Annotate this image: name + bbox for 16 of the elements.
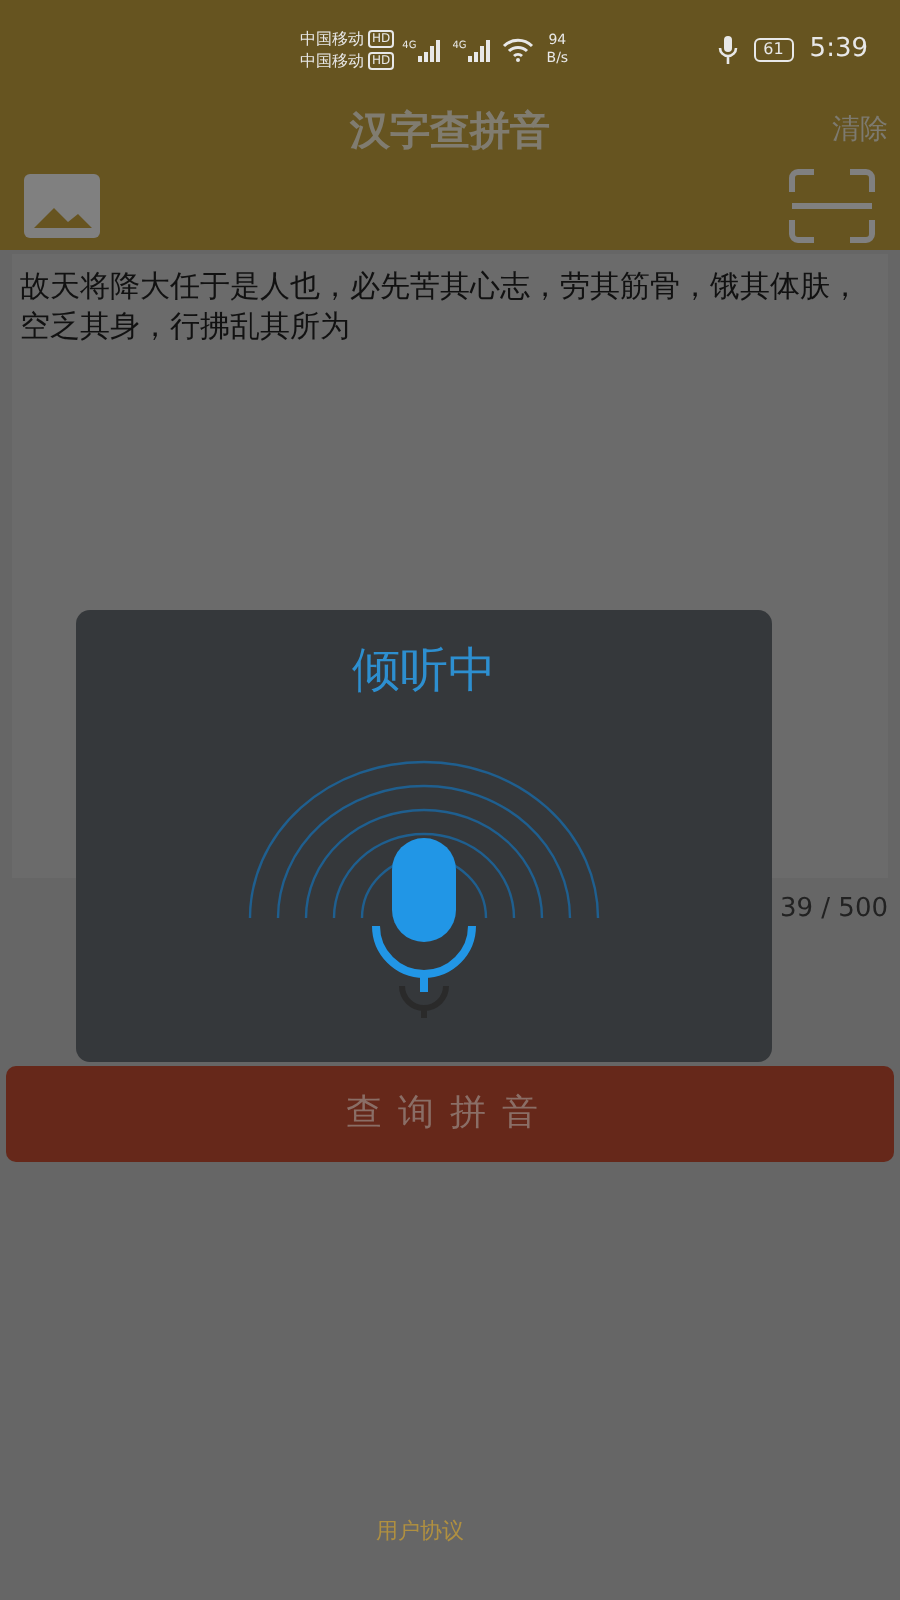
- carrier-label: 中国移动: [300, 50, 364, 72]
- character-counter: 39 / 500: [780, 892, 888, 928]
- scan-icon[interactable]: [788, 167, 876, 243]
- signal-icon: [466, 39, 495, 61]
- clock-time: 5:39: [809, 32, 868, 69]
- clear-button[interactable]: 清除: [832, 109, 888, 151]
- query-pinyin-button[interactable]: 查询拼音: [6, 1065, 894, 1161]
- signal-icon: [416, 39, 445, 61]
- dialog-title: 倾听中: [352, 640, 496, 702]
- microphone-icon: [717, 36, 738, 64]
- wifi-icon: [502, 38, 535, 62]
- carrier-label: 中国移动: [300, 28, 364, 50]
- battery-indicator: 61: [753, 38, 794, 62]
- image-icon: [24, 173, 100, 237]
- user-agreement-link[interactable]: 用户协议: [376, 1515, 464, 1548]
- app-title: 汉字查拼音: [350, 104, 550, 158]
